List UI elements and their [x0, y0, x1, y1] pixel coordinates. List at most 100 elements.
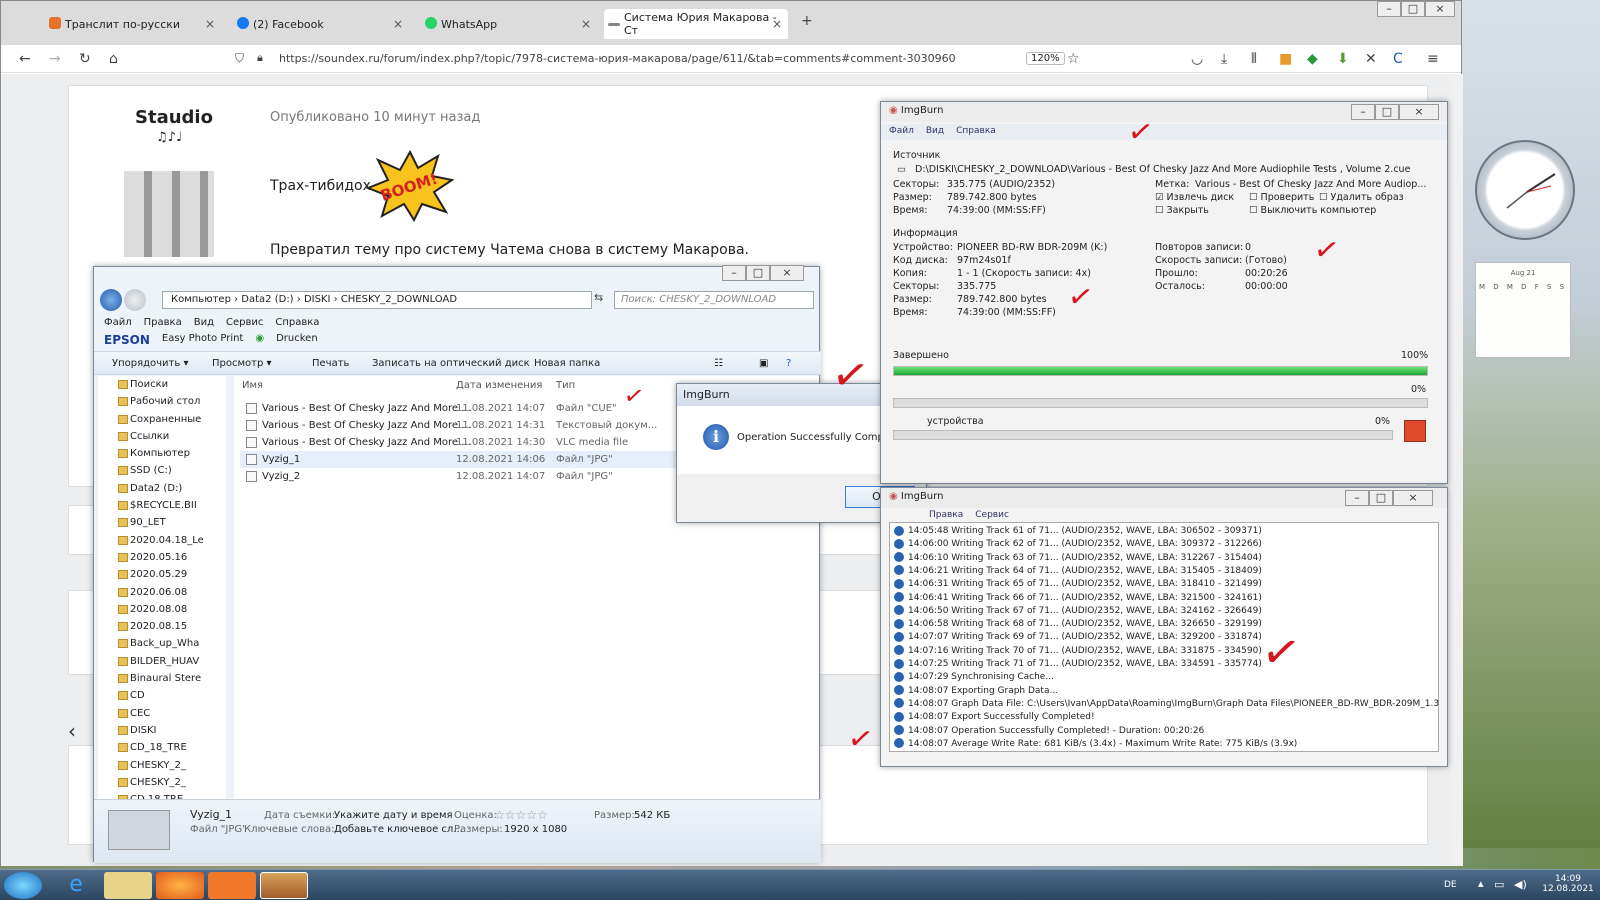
- close-window-icon[interactable]: ×: [770, 265, 804, 281]
- close-window-icon[interactable]: ×: [1425, 1, 1455, 17]
- maximize-icon[interactable]: □: [1369, 490, 1393, 506]
- burn-button[interactable]: Записать на оптический диск: [372, 358, 530, 369]
- back-icon[interactable]: [100, 289, 122, 311]
- view-icon[interactable]: ☷: [714, 358, 723, 369]
- minimize-icon[interactable]: –: [1345, 490, 1369, 506]
- clock-gadget-icon[interactable]: [1475, 140, 1575, 240]
- organize-button[interactable]: Упорядочить ▾: [112, 358, 188, 369]
- avatar[interactable]: [124, 171, 214, 257]
- minimize-icon[interactable]: –: [722, 265, 746, 281]
- tree-item[interactable]: CD_18_TRE: [98, 739, 226, 756]
- menu-edit[interactable]: Правка: [144, 317, 182, 328]
- tree-item[interactable]: 90_LET: [98, 514, 226, 531]
- tree-item[interactable]: 2020.05.16: [98, 549, 226, 566]
- tree-item[interactable]: 2020.05.29: [98, 566, 226, 583]
- rating-stars-icon[interactable]: ☆☆☆☆☆: [494, 808, 548, 822]
- home-icon[interactable]: ⌂: [109, 51, 118, 67]
- detail-keywords-value[interactable]: Добавьте ключевое сл...: [334, 824, 463, 835]
- file-row[interactable]: Vyzig_1 12.08.2021 14:06 Файл "JPG": [240, 451, 680, 468]
- menu-file[interactable]: Файл: [104, 317, 132, 328]
- volume-icon[interactable]: ◀): [1514, 878, 1527, 891]
- detail-date-value[interactable]: Укажите дату и время: [334, 810, 453, 821]
- close-tab-icon[interactable]: ×: [772, 17, 782, 31]
- shield-icon[interactable]: ⛉: [235, 51, 244, 66]
- tree-item[interactable]: CHESKY_2_: [98, 774, 226, 791]
- pocket-icon[interactable]: ◡: [1191, 51, 1203, 67]
- maximize-icon[interactable]: □: [1401, 1, 1425, 17]
- menu-help[interactable]: Справка: [275, 317, 319, 328]
- url-bar[interactable]: https://soundex.ru/forum/index.php?/topi…: [279, 49, 1079, 69]
- back-icon[interactable]: ←: [19, 51, 31, 67]
- tree-item[interactable]: Ссылки: [98, 428, 226, 445]
- close-tab-icon[interactable]: ×: [581, 17, 591, 31]
- close-checkbox[interactable]: ☐ Закрыть: [1155, 205, 1209, 216]
- column-date[interactable]: Дата изменения: [456, 380, 542, 391]
- stop-icon[interactable]: [1404, 420, 1426, 442]
- tree-item[interactable]: CD: [98, 687, 226, 704]
- explorer-icon[interactable]: [104, 872, 152, 899]
- language-indicator[interactable]: DE: [1444, 880, 1457, 890]
- tree-item[interactable]: 2020.08.08: [98, 601, 226, 618]
- tree-item[interactable]: CHESKY_2_: [98, 757, 226, 774]
- tab-facebook[interactable]: (2) Facebook ×: [233, 9, 409, 39]
- address-bar[interactable]: Компьютер › Data2 (D:) › DISKI › CHESKY_…: [162, 291, 592, 309]
- close-window-icon[interactable]: ×: [1393, 490, 1433, 506]
- menu-view[interactable]: Вид: [194, 317, 214, 328]
- page-scrollbar[interactable]: [1450, 74, 1463, 866]
- tab-translit[interactable]: Транслит по-русски ×: [45, 9, 221, 39]
- internet-explorer-icon[interactable]: e: [52, 872, 100, 899]
- drucken-button[interactable]: Drucken: [276, 333, 318, 347]
- forward-icon[interactable]: [124, 289, 146, 311]
- zoom-level[interactable]: 120%: [1026, 52, 1065, 65]
- minimize-icon[interactable]: –: [1377, 1, 1401, 17]
- download-icon[interactable]: ⤓: [1221, 51, 1227, 67]
- post-username[interactable]: Staudio: [135, 107, 213, 128]
- file-row[interactable]: Various - Best Of Chesky Jazz And More .…: [240, 417, 680, 434]
- shield-extension-icon[interactable]: ◆: [1307, 51, 1318, 67]
- tab-whatsapp[interactable]: WhatsApp ×: [421, 9, 597, 39]
- library-icon[interactable]: ⫴: [1251, 51, 1257, 67]
- tree-item[interactable]: Поиски: [98, 376, 226, 393]
- clock[interactable]: 14:09 12.08.2021: [1540, 874, 1596, 894]
- close-tab-icon[interactable]: ×: [205, 17, 215, 31]
- arrow-extension-icon[interactable]: ⬇: [1337, 51, 1349, 67]
- source-path[interactable]: D:\DISKI\CHESKY_2_DOWNLOAD\Various - Bes…: [915, 164, 1410, 175]
- tree-item[interactable]: Сохраненные: [98, 411, 226, 428]
- tree-item[interactable]: SSD (C:): [98, 462, 226, 479]
- menu-view[interactable]: Вид: [926, 126, 944, 138]
- tree-item[interactable]: CEC: [98, 705, 226, 722]
- tree-item[interactable]: Компьютер: [98, 445, 226, 462]
- easy-photo-print-button[interactable]: Easy Photo Print: [162, 333, 243, 347]
- tree-item[interactable]: 2020.08.15: [98, 618, 226, 635]
- forward-icon[interactable]: →: [49, 51, 61, 67]
- tray-arrow-icon[interactable]: ▴: [1478, 877, 1484, 890]
- extension-icon[interactable]: ■: [1279, 51, 1292, 67]
- minimize-icon[interactable]: –: [1351, 104, 1375, 120]
- maximize-icon[interactable]: □: [746, 265, 770, 281]
- file-row[interactable]: Vyzig_2 12.08.2021 14:07 Файл "JPG": [240, 468, 680, 485]
- pane-icon[interactable]: ▣: [759, 358, 768, 369]
- c-extension-icon[interactable]: C: [1393, 51, 1403, 67]
- menu-icon[interactable]: ≡: [1427, 51, 1439, 67]
- menu-help[interactable]: Справка: [956, 126, 996, 138]
- tree-item[interactable]: DISKI: [98, 722, 226, 739]
- tree-item[interactable]: 2020.06.08: [98, 584, 226, 601]
- chevron-left-icon[interactable]: ‹: [68, 719, 76, 743]
- menu-file[interactable]: Файл: [889, 126, 914, 138]
- menu-edit[interactable]: Правка: [929, 510, 963, 522]
- x-extension-icon[interactable]: ✕: [1365, 51, 1377, 67]
- eject-checkbox[interactable]: ☑ Извлечь диск: [1155, 192, 1234, 203]
- tree-item[interactable]: Рабочий стол: [98, 393, 226, 410]
- reload-icon[interactable]: ↻: [79, 51, 91, 67]
- print-button[interactable]: Печать: [312, 358, 349, 369]
- file-row[interactable]: Various - Best Of Chesky Jazz And More .…: [240, 400, 680, 417]
- new-tab-icon[interactable]: +: [801, 13, 813, 29]
- calendar-gadget[interactable]: Aug 21 M D M D F S S: [1475, 262, 1571, 358]
- mail-icon[interactable]: [208, 872, 256, 899]
- close-window-icon[interactable]: ×: [1399, 104, 1439, 120]
- tree-item[interactable]: 2020.04.18_Le: [98, 532, 226, 549]
- new-folder-button[interactable]: Новая папка: [534, 358, 600, 369]
- maximize-icon[interactable]: □: [1375, 104, 1399, 120]
- firefox-icon[interactable]: [156, 872, 204, 899]
- tree-item[interactable]: $RECYCLE.BII: [98, 497, 226, 514]
